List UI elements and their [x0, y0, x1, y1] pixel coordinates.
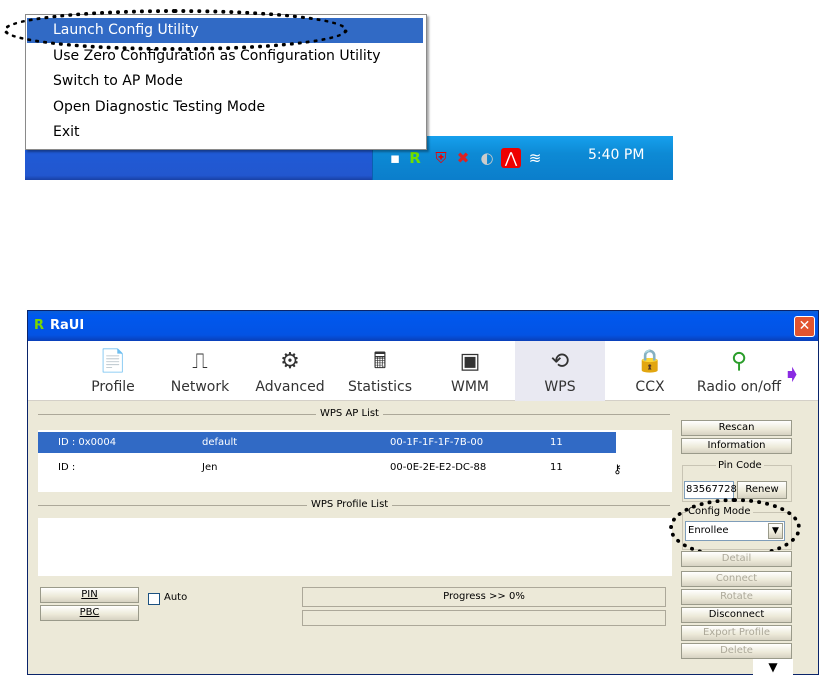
lock-icon: 🔒	[636, 349, 664, 374]
tab-advanced[interactable]: ⚙ Advanced	[245, 341, 335, 401]
tab-label: WPS	[544, 379, 576, 395]
shield-icon[interactable]: ⛨	[431, 148, 451, 168]
key-icon: ⚷	[613, 462, 622, 476]
pin-button[interactable]: PIN	[40, 587, 139, 603]
renew-button[interactable]: Renew	[737, 481, 787, 499]
antivirus-icon[interactable]: ⋀	[501, 148, 521, 168]
menu-item-switch-to-ap-mode[interactable]: Switch to AP Mode	[27, 69, 423, 94]
ap-channel: 11	[550, 437, 563, 448]
scroll-down-arrow-icon[interactable]: ▼	[753, 659, 793, 675]
wps-icon: ⟲	[550, 349, 570, 374]
ap-ssid: default	[202, 437, 238, 448]
connect-button[interactable]: Connect	[681, 571, 792, 587]
ap-channel: 11	[550, 462, 563, 473]
wps-ap-list[interactable]: ID : 0x0004 default 00-1F-1F-1F-7B-00 11…	[38, 430, 672, 492]
ralink-logo-icon: R	[34, 318, 45, 333]
ap-ssid: Jen	[202, 462, 218, 473]
wps-ap-list-title: WPS AP List	[316, 408, 383, 419]
rotate-button[interactable]: Rotate	[681, 589, 792, 605]
window-title: RaUI	[50, 318, 85, 333]
tab-label: Advanced	[255, 379, 325, 395]
tab-label: Profile	[91, 379, 135, 395]
information-button[interactable]: Information	[681, 438, 792, 454]
network-icon[interactable]: ▪	[385, 148, 405, 168]
title-bar[interactable]: R RaUI ✕	[28, 311, 818, 341]
pin-code-field[interactable]: 83567728	[684, 481, 737, 499]
volume-icon[interactable]: ◐	[477, 148, 497, 168]
tab-wmm[interactable]: ▣ WMM	[425, 341, 515, 401]
tab-radio-on-off[interactable]: ⚲ Radio on/off	[694, 341, 784, 401]
tab-label: Statistics	[348, 379, 412, 395]
highlight-annotation	[3, 9, 348, 51]
ap-bssid: 00-0E-2E-E2-DC-88	[390, 462, 487, 473]
tab-label: Network	[170, 379, 230, 395]
wps-profile-list-title: WPS Profile List	[307, 499, 393, 510]
disconnect-button[interactable]: Disconnect	[681, 607, 792, 623]
toolbar: 📄 Profile ⎍ Network ⚙ Advanced 🖩 Statist…	[28, 341, 818, 401]
network-router-icon: ⎍	[192, 349, 208, 374]
progress-bar	[302, 610, 666, 626]
tab-label: WMM	[450, 379, 489, 395]
ap-id: ID :	[58, 462, 76, 473]
tab-network[interactable]: ⎍ Network	[155, 341, 245, 401]
auto-checkbox-label: Auto	[164, 592, 188, 603]
menu-item-open-diagnostic-testing-mode[interactable]: Open Diagnostic Testing Mode	[27, 95, 423, 120]
taskbar-clock[interactable]: 5:40 PM	[588, 147, 644, 163]
menu-item-exit[interactable]: Exit	[27, 120, 423, 145]
highlight-annotation	[669, 498, 801, 558]
radio-antenna-icon: ⚲	[730, 349, 748, 374]
tab-profile[interactable]: 📄 Profile	[68, 341, 158, 401]
pin-code-label: Pin Code	[716, 460, 764, 471]
export-profile-button[interactable]: Export Profile	[681, 625, 792, 641]
rescan-button[interactable]: Rescan	[681, 420, 792, 436]
tab-label: Radio on/off	[696, 379, 782, 395]
tab-wps[interactable]: ⟲ WPS	[515, 341, 605, 401]
tab-label: CCX	[635, 379, 665, 395]
table-row[interactable]: ID : 0x0004 default 00-1F-1F-1F-7B-00 11	[38, 432, 616, 453]
profile-icon: 📄	[99, 349, 127, 374]
tab-statistics[interactable]: 🖩 Statistics	[335, 341, 425, 401]
next-arrow-icon[interactable]: ➧	[782, 361, 812, 387]
wireless-icon[interactable]: ≋	[525, 148, 545, 168]
ralink-utility-icon[interactable]: R	[405, 148, 425, 168]
close-button[interactable]: ✕	[794, 316, 815, 337]
calculator-icon: 🖩	[373, 349, 387, 374]
qos-icon: ▣	[459, 349, 481, 374]
progress-status: Progress >> 0%	[302, 587, 666, 607]
auto-checkbox[interactable]	[148, 593, 160, 605]
raui-window: R RaUI ✕ 📄 Profile ⎍ Network ⚙ Advanced …	[27, 310, 819, 675]
gear-icon: ⚙	[280, 349, 300, 374]
pbc-button[interactable]: PBC	[40, 605, 139, 621]
ap-bssid: 00-1F-1F-1F-7B-00	[390, 437, 484, 448]
wps-profile-list[interactable]	[38, 518, 672, 576]
ap-id: ID : 0x0004	[58, 437, 117, 448]
tab-ccx[interactable]: 🔒 CCX	[605, 341, 695, 401]
detail-button[interactable]: Detail	[681, 551, 792, 567]
delete-button[interactable]: Delete	[681, 643, 792, 659]
table-row[interactable]: ID : Jen 00-0E-2E-E2-DC-88 11 ⚷	[38, 457, 622, 478]
network-disconnected-icon[interactable]: ✖	[453, 148, 473, 168]
